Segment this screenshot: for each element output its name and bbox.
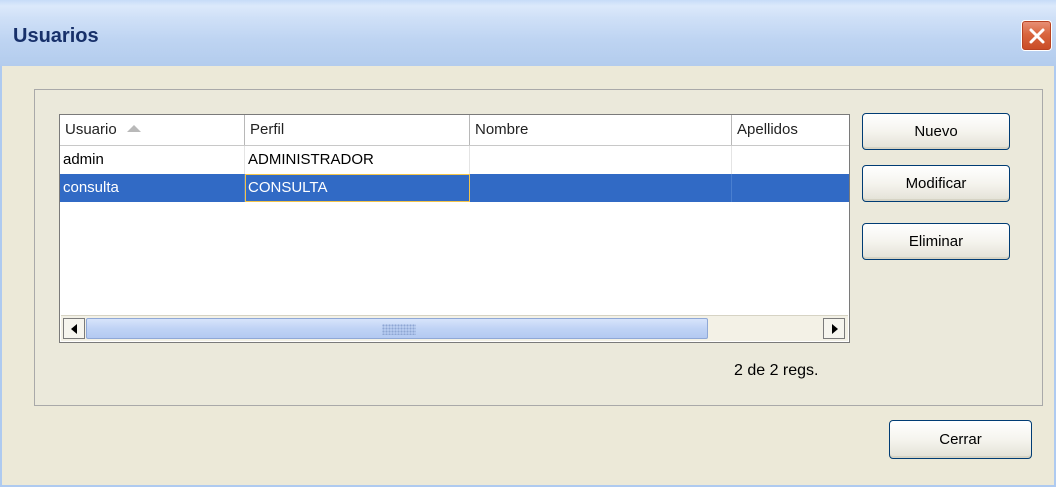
close-button[interactable] [1021, 20, 1052, 51]
nuevo-button[interactable]: Nuevo [862, 113, 1010, 150]
arrow-left-icon [71, 324, 77, 334]
eliminar-button[interactable]: Eliminar [862, 223, 1010, 260]
cell-perfil: ADMINISTRADOR [245, 146, 470, 174]
window-title: Usuarios [13, 25, 99, 47]
title-bar[interactable]: Usuarios [0, 0, 1056, 66]
column-header-label: Usuario [65, 121, 117, 138]
close-icon [1029, 28, 1045, 44]
table-row-selected[interactable]: consulta CONSULTA [60, 174, 849, 202]
column-header-apellidos[interactable]: Apellidos [732, 115, 849, 145]
modificar-button[interactable]: Modificar [862, 165, 1010, 202]
cell-apellidos [732, 146, 849, 174]
cell-usuario: admin [60, 146, 245, 174]
arrow-right-icon [832, 324, 838, 334]
table-row[interactable]: admin ADMINISTRADOR [60, 146, 849, 174]
scrollbar-thumb[interactable] [86, 318, 708, 339]
usuarios-dialog: Usuarios Usuario Perfil Nombre Apellidos… [0, 0, 1056, 487]
cell-nombre [470, 174, 732, 202]
users-table[interactable]: Usuario Perfil Nombre Apellidos admin AD… [59, 114, 850, 343]
scroll-left-button[interactable] [63, 318, 85, 339]
cell-usuario: consulta [60, 174, 245, 202]
column-header-label: Perfil [250, 121, 285, 138]
column-header-usuario[interactable]: Usuario [60, 115, 245, 145]
cell-perfil-focused[interactable]: CONSULTA [245, 174, 470, 202]
cell-apellidos [732, 174, 849, 202]
column-header-perfil[interactable]: Perfil [245, 115, 470, 145]
sort-ascending-icon [126, 125, 141, 132]
table-header: Usuario Perfil Nombre Apellidos [60, 115, 849, 146]
scroll-right-button[interactable] [823, 318, 845, 339]
grip-icon [382, 324, 416, 335]
horizontal-scrollbar[interactable] [61, 315, 848, 341]
cell-nombre [470, 146, 732, 174]
column-header-label: Nombre [475, 121, 529, 138]
record-count-label: 2 de 2 regs. [734, 362, 819, 379]
column-header-nombre[interactable]: Nombre [470, 115, 732, 145]
column-header-label: Apellidos [737, 121, 798, 138]
cerrar-button[interactable]: Cerrar [889, 420, 1032, 459]
